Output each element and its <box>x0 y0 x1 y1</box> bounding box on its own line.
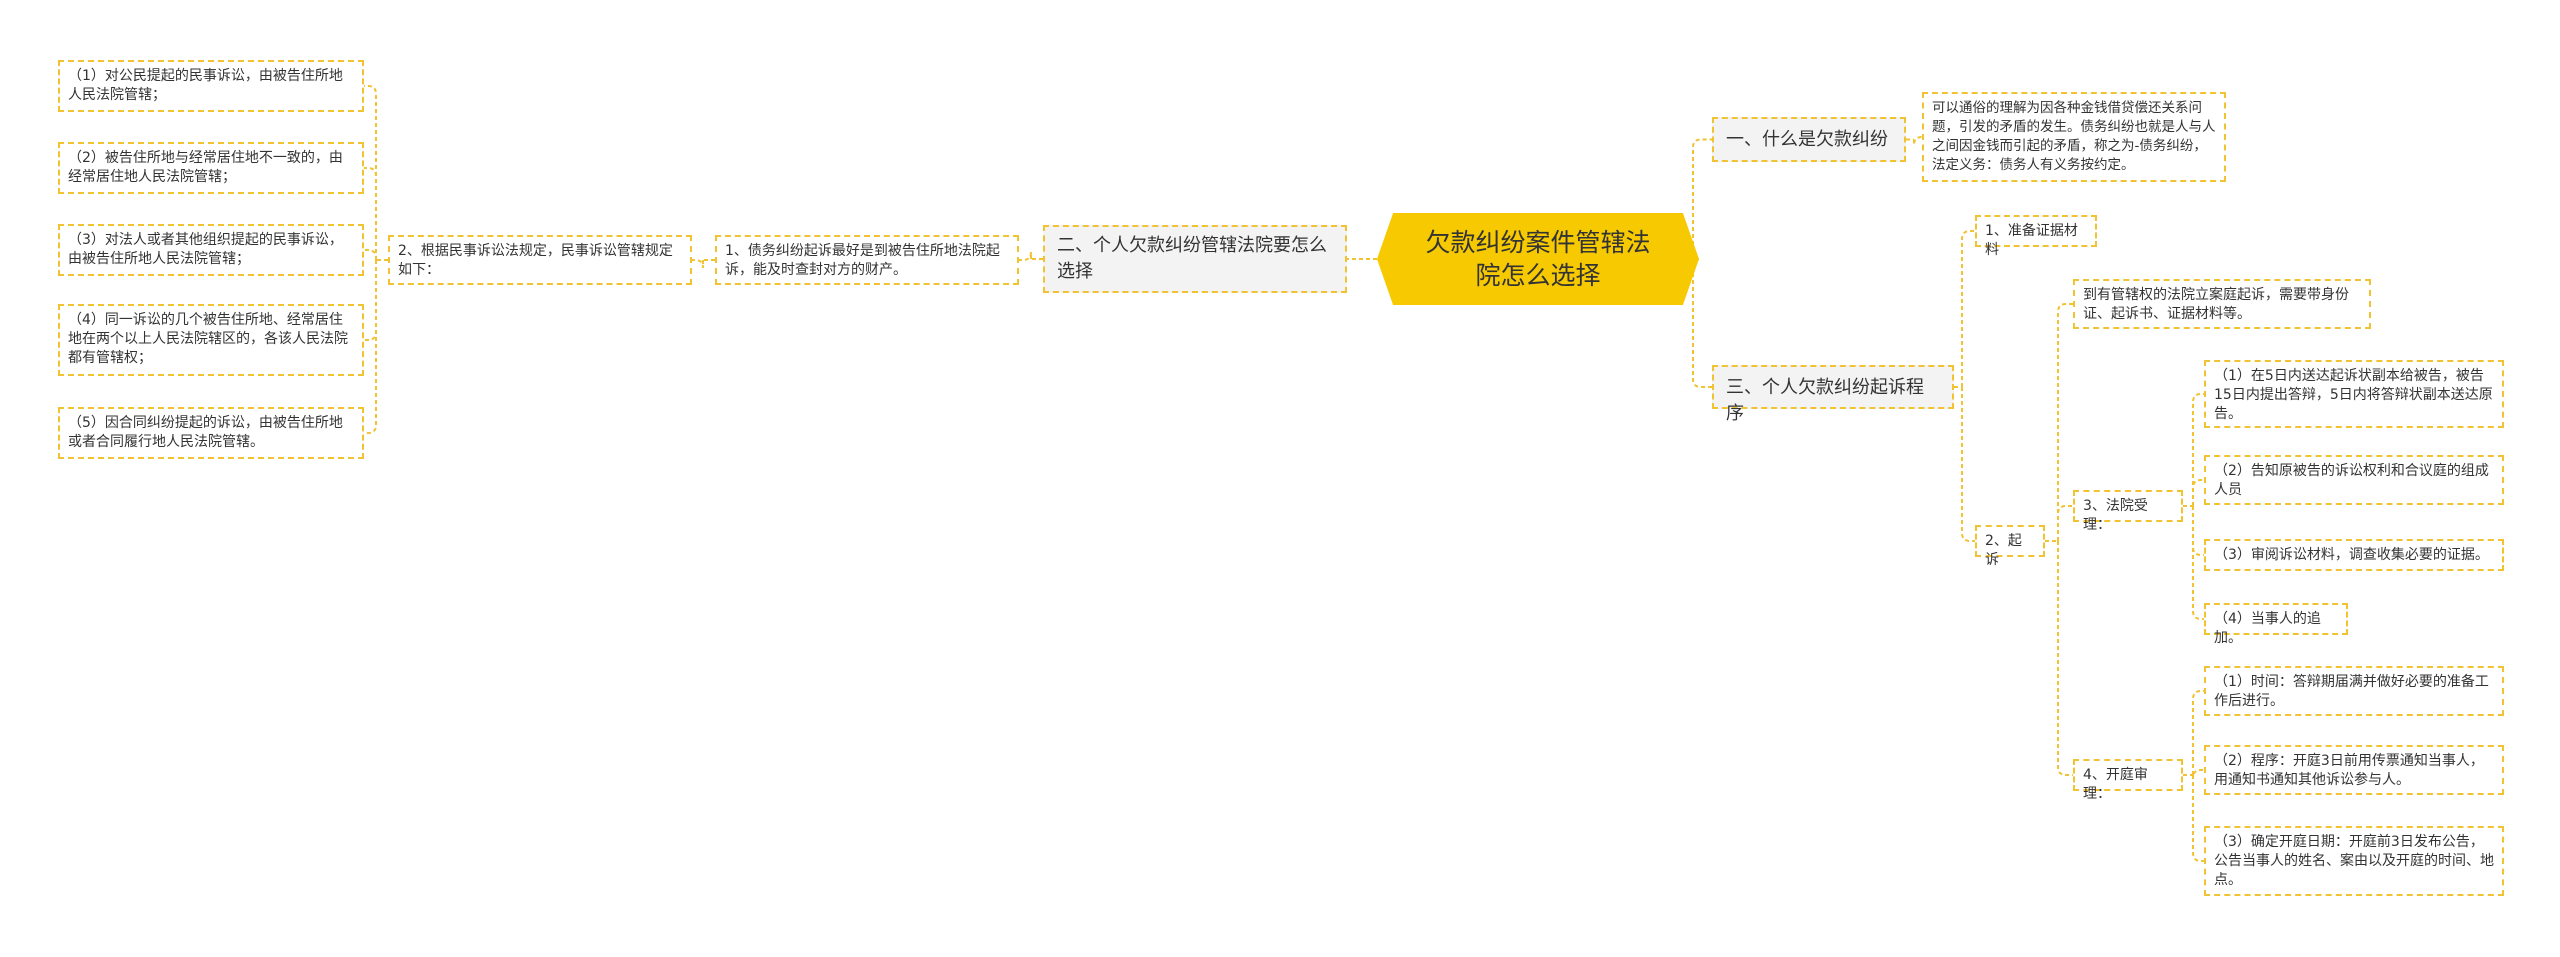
branch-lawsuit-procedure[interactable]: 三、个人欠款纠纷起诉程序 <box>1712 365 1954 424</box>
step-prepare-evidence[interactable]: 1、准备证据材料 <box>1975 215 2097 258</box>
jurisdiction-item-1[interactable]: 1、债务纠纷起诉最好是到被告住所地法院起诉，能及时查封对方的财产。 <box>715 235 1019 285</box>
acceptance-item-1[interactable]: （1）在5日内送达起诉状副本给被告，被告15日内提出答辩，5日内将答辩状副本送达… <box>2204 360 2504 428</box>
connector-line <box>2192 775 2204 862</box>
jurisdiction-rule-4[interactable]: （4）同一诉讼的几个被告住所地、经常居住地在两个以上人民法院辖区的，各该人民法院… <box>58 304 364 376</box>
connector-line <box>2057 505 2073 541</box>
step-file-lawsuit[interactable]: 2、起诉 <box>1975 525 2045 568</box>
root-topic[interactable]: 欠款纠纷案件管辖法院怎么选择 <box>1377 213 1699 305</box>
file-lawsuit-detail[interactable]: 到有管辖权的法院立案庭起诉，需要带身份证、起诉书、证据材料等。 <box>2073 279 2371 329</box>
connector-line <box>364 260 377 341</box>
step-court-hearing[interactable]: 4、开庭审理： <box>2073 759 2183 802</box>
jurisdiction-rule-1[interactable]: （1）对公民提起的民事诉讼，由被告住所地人民法院管辖； <box>58 60 364 112</box>
connector-line <box>1019 251 1032 261</box>
connector-line <box>2192 393 2204 506</box>
hearing-item-1[interactable]: （1）时间：答辩期届满并做好必要的准备工作后进行。 <box>2204 666 2504 716</box>
jurisdiction-rule-3[interactable]: （3）对法人或者其他组织提起的民事诉讼，由被告住所地人民法院管辖； <box>58 224 364 276</box>
connector-line <box>2192 506 2204 620</box>
connector-line <box>2192 690 2204 775</box>
branch-label: 一、什么是欠款纠纷 <box>1726 129 1888 150</box>
connector-line <box>364 85 377 260</box>
acceptance-item-3[interactable]: （3）审阅诉讼材料，调查收集必要的证据。 <box>2204 539 2504 571</box>
connector-line <box>1961 230 1975 387</box>
connector-line <box>2192 769 2204 779</box>
step-court-acceptance[interactable]: 3、法院受理： <box>2073 490 2183 533</box>
hearing-item-2[interactable]: （2）程序：开庭3日前用传票通知当事人，用通知书通知其他诉讼参与人。 <box>2204 745 2504 795</box>
connector-line <box>1961 387 1975 542</box>
connector-line <box>1692 259 1712 388</box>
acceptance-item-2[interactable]: （2）告知原被告的诉讼权利和合议庭的组成人员 <box>2204 455 2504 505</box>
connector-line <box>364 249 377 260</box>
hearing-item-3[interactable]: （3）确定开庭日期：开庭前3日发布公告，公告当事人的姓名、案由以及开庭的时间、地… <box>2204 826 2504 896</box>
connector-line <box>364 167 377 260</box>
connector-line <box>2057 541 2073 776</box>
connector-line <box>2192 479 2204 506</box>
connector-line <box>692 259 704 269</box>
jurisdiction-rule-5[interactable]: （5）因合同纠纷提起的诉讼，由被告住所地或者合同履行地人民法院管辖。 <box>58 407 364 459</box>
branch-what-is-debt-dispute[interactable]: 一、什么是欠款纠纷 <box>1712 117 1906 162</box>
jurisdiction-item-2[interactable]: 2、根据民事诉讼法规定，民事诉讼管辖规定如下： <box>388 235 692 285</box>
connector-line <box>1913 136 1923 146</box>
branch-court-jurisdiction[interactable]: 二、个人欠款纠纷管辖法院要怎么选择 <box>1043 225 1347 293</box>
connector-line <box>2192 506 2204 556</box>
root-title: 欠款纠纷案件管辖法院怎么选择 <box>1425 228 1651 290</box>
jurisdiction-rule-2[interactable]: （2）被告住所地与经常居住地不一致的，由经常居住地人民法院管辖； <box>58 142 364 194</box>
definition-text[interactable]: 可以通俗的理解为因各种金钱借贷偿还关系问题，引发的矛盾的发生。债务纠纷也就是人与… <box>1922 92 2226 182</box>
connector-line <box>364 260 377 434</box>
connector-line <box>1692 138 1712 259</box>
acceptance-item-4[interactable]: （4）当事人的追加。 <box>2204 603 2348 646</box>
branch-label: 二、个人欠款纠纷管辖法院要怎么选择 <box>1057 235 1327 282</box>
